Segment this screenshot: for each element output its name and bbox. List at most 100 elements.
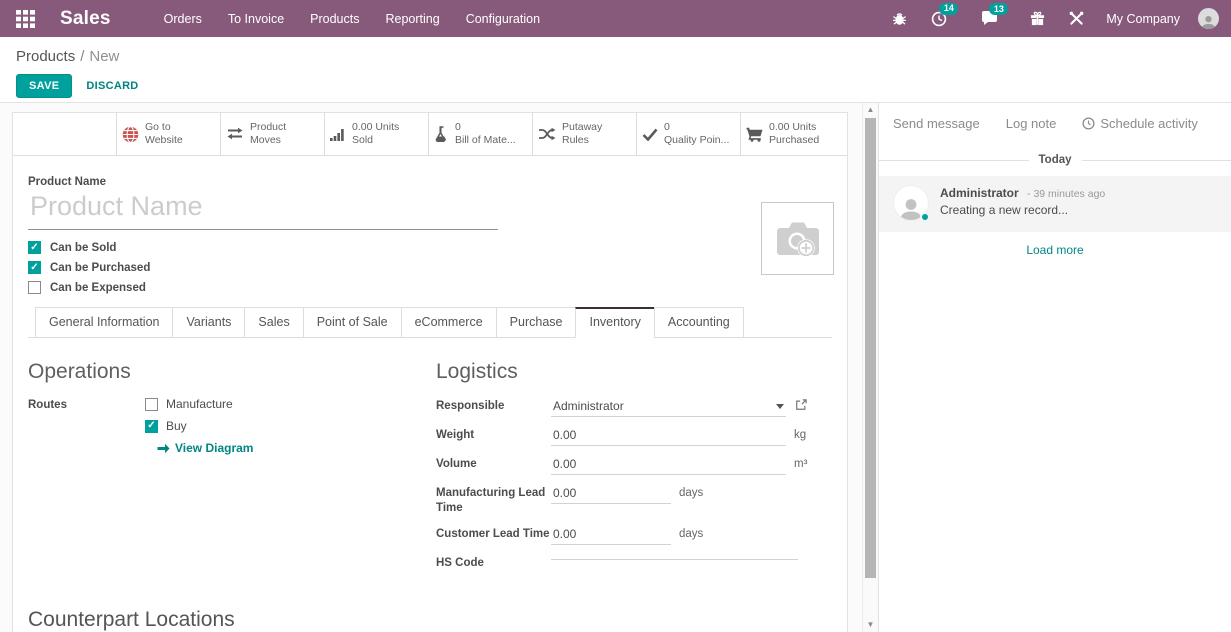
scrollbar-thumb[interactable]: [865, 118, 876, 578]
weight-unit: kg: [794, 426, 806, 441]
tab-inventory[interactable]: Inventory: [575, 307, 654, 338]
can-be-purchased-checkbox[interactable]: ✓ Can be Purchased: [28, 261, 832, 274]
stat-line2: Quality Poin...: [664, 134, 729, 146]
stat-line2: Moves: [250, 134, 281, 146]
mfg-lead-time-unit: days: [679, 484, 703, 499]
route-manufacture-checkbox[interactable]: Manufacture: [145, 397, 253, 411]
apps-menu-icon[interactable]: [10, 5, 40, 33]
messages-chat-icon[interactable]: 13: [973, 5, 1006, 32]
product-image-placeholder[interactable]: [761, 202, 834, 275]
menu-configuration[interactable]: Configuration: [453, 2, 553, 36]
go-to-website-button[interactable]: Go toWebsite: [116, 113, 220, 155]
can-be-sold-checkbox[interactable]: ✓ Can be Sold: [28, 241, 832, 254]
send-message-label: Send message: [893, 116, 980, 131]
responsible-row: Responsible Administrator: [436, 397, 832, 417]
scroll-down-arrow[interactable]: ▼: [863, 618, 878, 632]
stat-line1: 0: [664, 121, 670, 133]
volume-value: 0.00: [553, 457, 784, 471]
stat-line2: Bill of Mate...: [455, 134, 516, 146]
menu-orders[interactable]: Orders: [151, 2, 215, 36]
chevron-down-icon[interactable]: [776, 404, 784, 409]
load-more-link[interactable]: Load more: [1026, 243, 1083, 257]
units-sold-button[interactable]: 0.00 UnitsSold: [324, 113, 428, 155]
activities-badge: 14: [939, 3, 958, 15]
checkbox-checked-icon[interactable]: ✓: [28, 241, 41, 254]
chatter-message[interactable]: Administrator - 39 minutes ago Creating …: [879, 176, 1231, 232]
schedule-activity-button[interactable]: Schedule activity: [1082, 116, 1198, 131]
responsible-select[interactable]: Administrator: [551, 397, 786, 417]
tab-ecommerce[interactable]: eCommerce: [401, 307, 497, 338]
tab-sales[interactable]: Sales: [244, 307, 303, 338]
hs-code-input[interactable]: [551, 554, 798, 560]
tab-accounting[interactable]: Accounting: [654, 307, 744, 338]
checkbox-label: Can be Purchased: [50, 262, 150, 274]
checkbox-unchecked-icon[interactable]: [145, 398, 158, 411]
product-name-input[interactable]: [28, 190, 498, 230]
vertical-scrollbar[interactable]: ▲ ▼: [862, 103, 878, 632]
company-switcher[interactable]: My Company: [1100, 12, 1190, 26]
menu-reporting[interactable]: Reporting: [372, 2, 452, 36]
breadcrumb: Products/New: [16, 48, 1215, 65]
putaway-rules-button[interactable]: PutawayRules: [532, 113, 636, 155]
stat-line1: 0: [455, 121, 461, 133]
app-brand[interactable]: Sales: [60, 8, 111, 30]
tab-variants[interactable]: Variants: [172, 307, 245, 338]
can-be-expensed-checkbox[interactable]: Can be Expensed: [28, 281, 832, 294]
log-note-button[interactable]: Log note: [1006, 116, 1057, 131]
message-timestamp: - 39 minutes ago: [1027, 188, 1105, 200]
stat-button-box: Go toWebsite ProductMoves 0.00 UnitsSold…: [13, 113, 847, 156]
customer-lead-time-value: 0.00: [553, 527, 669, 541]
tab-general-information[interactable]: General Information: [35, 307, 173, 338]
online-status-dot: [920, 212, 930, 222]
hs-code-row: HS Code: [436, 554, 832, 571]
weight-input[interactable]: 0.00: [551, 426, 786, 446]
tab-purchase[interactable]: Purchase: [496, 307, 577, 338]
tools-icon[interactable]: [1061, 5, 1092, 32]
menu-to-invoice[interactable]: To Invoice: [215, 2, 297, 36]
breadcrumb-products[interactable]: Products: [16, 48, 75, 65]
checkbox-checked-icon[interactable]: ✓: [28, 261, 41, 274]
discard-button[interactable]: DISCARD: [86, 80, 138, 92]
date-divider: Today: [879, 154, 1231, 166]
stat-line2: Rules: [562, 134, 589, 146]
scroll-up-arrow[interactable]: ▲: [863, 103, 878, 117]
customer-lead-time-unit: days: [679, 525, 703, 540]
menu-products[interactable]: Products: [297, 2, 372, 36]
counterpart-locations-group: Counterpart Locations Production Locatio…: [28, 608, 832, 632]
mfg-lead-time-value: 0.00: [553, 486, 669, 500]
gift-icon[interactable]: [1022, 5, 1053, 32]
save-button[interactable]: SAVE: [16, 74, 72, 98]
schedule-activity-label: Schedule activity: [1100, 116, 1198, 131]
grid-icon: [16, 10, 35, 28]
checkbox-checked-icon[interactable]: ✓: [145, 420, 158, 433]
mfg-lead-time-input[interactable]: 0.00: [551, 484, 671, 504]
product-moves-button[interactable]: ProductMoves: [220, 113, 324, 155]
tab-point-of-sale[interactable]: Point of Sale: [303, 307, 402, 338]
debug-bug-icon[interactable]: [884, 5, 915, 32]
activities-clock-icon[interactable]: 14: [923, 5, 955, 33]
view-diagram-link[interactable]: View Diagram: [157, 441, 253, 455]
volume-unit: m³: [794, 455, 807, 470]
hs-code-label: HS Code: [436, 554, 551, 571]
top-navbar: Sales Orders To Invoice Products Reporti…: [0, 0, 1231, 37]
logistics-heading: Logistics: [436, 360, 832, 384]
date-divider-label: Today: [1029, 154, 1082, 166]
message-author[interactable]: Administrator: [940, 186, 1019, 200]
user-avatar[interactable]: [1198, 8, 1219, 29]
checkbox-unchecked-icon[interactable]: [28, 281, 41, 294]
stat-line2: Website: [145, 134, 183, 146]
bill-of-materials-button[interactable]: 0Bill of Mate...: [428, 113, 532, 155]
checkbox-label: Can be Expensed: [50, 282, 146, 294]
product-name-label: Product Name: [28, 176, 832, 188]
send-message-button[interactable]: Send message: [893, 116, 980, 131]
checkbox-label: Can be Sold: [50, 242, 116, 254]
route-buy-checkbox[interactable]: ✓ Buy: [145, 419, 253, 433]
volume-input[interactable]: 0.00: [551, 455, 786, 475]
units-purchased-button[interactable]: 0.00 UnitsPurchased: [740, 113, 844, 155]
stat-line2: Sold: [352, 134, 373, 146]
external-link-icon[interactable]: [795, 397, 807, 411]
arrow-right-icon: [157, 443, 170, 454]
customer-lead-time-input[interactable]: 0.00: [551, 525, 671, 545]
quality-points-button[interactable]: 0Quality Poin...: [636, 113, 740, 155]
message-avatar: [893, 185, 929, 221]
